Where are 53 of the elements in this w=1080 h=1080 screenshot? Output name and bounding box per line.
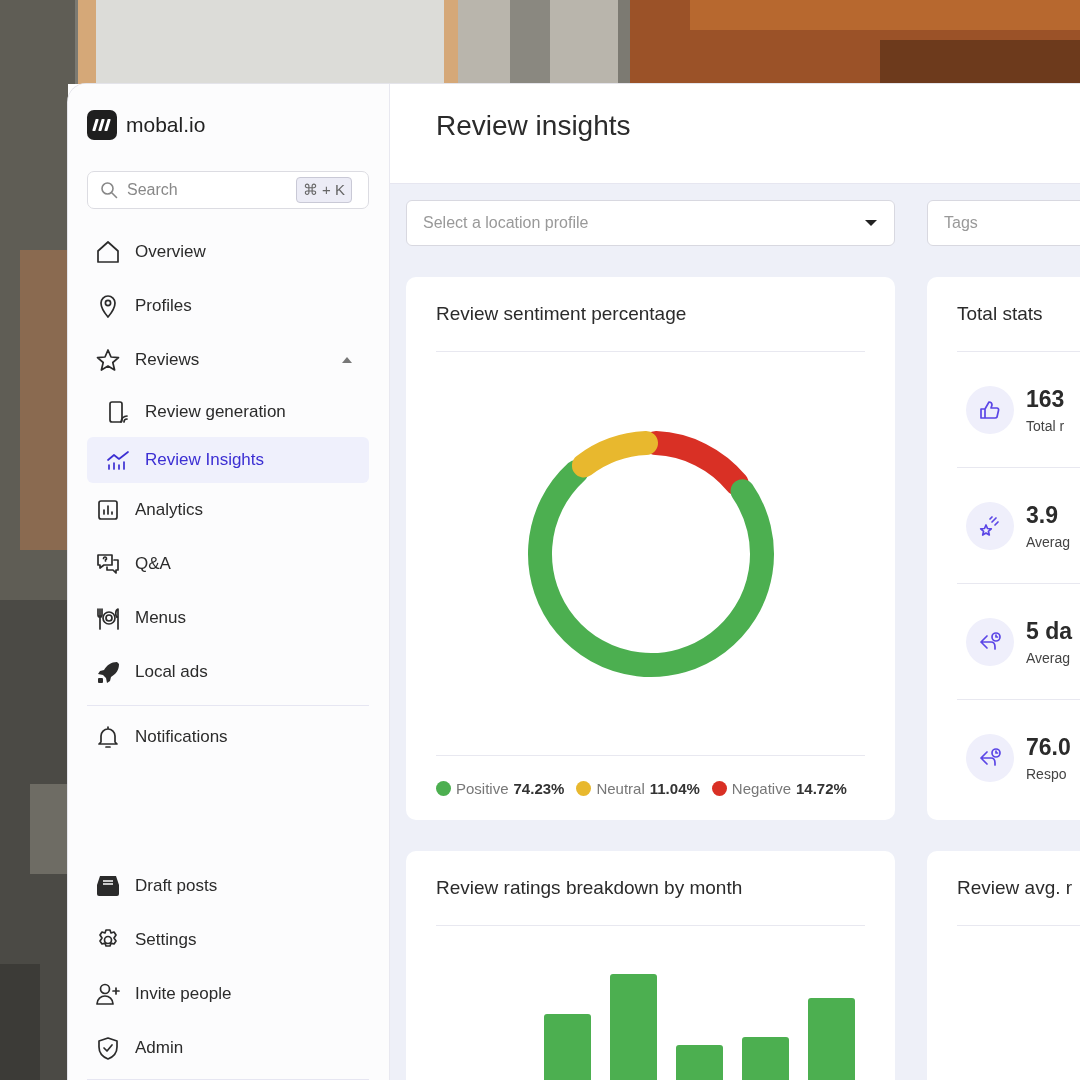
stat-value: 163: [1026, 385, 1065, 413]
bar: [742, 1037, 789, 1080]
search-placeholder: Search: [127, 181, 179, 199]
brand-name: mobal.io: [126, 113, 206, 137]
stat-value: 3.9: [1026, 501, 1059, 529]
card-title: Review avg. r: [957, 877, 1073, 899]
card-title: Review ratings breakdown by month: [436, 877, 743, 899]
nav-item[interactable]: Overview: [87, 225, 369, 279]
home-icon: [95, 239, 121, 265]
search-icon: [100, 181, 118, 199]
nav-item[interactable]: Settings: [87, 913, 369, 967]
bell-icon: [95, 724, 121, 750]
bar: [676, 1045, 723, 1080]
nav-item[interactable]: Menus: [87, 591, 369, 645]
stat-label: Respo: [1026, 765, 1068, 782]
legend-label: Neutral: [596, 779, 645, 797]
search-field[interactable]: Search ⌘ + K: [87, 171, 369, 209]
legend-value: 74.23%: [513, 779, 565, 797]
legend-label: Positive: [456, 779, 509, 797]
inbox-icon: [95, 873, 121, 899]
stat-value: 5 da: [1026, 617, 1073, 645]
shield-check-icon: [95, 1035, 121, 1061]
nav-item[interactable]: Review generation: [87, 389, 369, 435]
nav-item[interactable]: Invite people: [87, 967, 369, 1021]
dropdown-caret-icon: [864, 219, 878, 227]
nav-item[interactable]: Reviews: [87, 333, 369, 387]
chat-bubbles-icon: [95, 551, 121, 577]
stat-value: 76.0: [1026, 733, 1071, 761]
bar-chart-icon: [95, 497, 121, 523]
bar: [544, 1014, 591, 1080]
nav-item[interactable]: Local ads: [87, 645, 369, 699]
page-title: Review insights: [436, 109, 631, 142]
logo-icon: [87, 110, 117, 140]
rocket-icon: [95, 659, 121, 685]
nav-item[interactable]: Analytics: [87, 483, 369, 537]
nav-item[interactable]: Draft posts: [87, 859, 369, 913]
legend-label: Negative: [731, 779, 791, 797]
card-title: Review sentiment percentage: [436, 303, 687, 325]
nav-item[interactable]: Notifications: [87, 710, 369, 764]
shortcut-key: ⌘ + K: [295, 177, 352, 203]
card-title: Total stats: [957, 303, 1043, 325]
plate-cutlery-icon: [95, 605, 121, 631]
stat-label: Averag: [1026, 533, 1071, 550]
stat-label: Averag: [1026, 649, 1072, 666]
nav-item[interactable]: Q&A: [87, 537, 369, 591]
star-icon: [95, 347, 121, 373]
add-person-icon: [95, 981, 121, 1007]
legend-value: 14.72%: [796, 779, 847, 797]
nav-item[interactable]: Review Insights: [87, 437, 369, 483]
stat-label: Total r: [1026, 417, 1065, 434]
nav-item[interactable]: Admin: [87, 1021, 369, 1075]
nav-item[interactable]: Profiles: [87, 279, 369, 333]
legend-value: 11.04%: [649, 779, 700, 797]
